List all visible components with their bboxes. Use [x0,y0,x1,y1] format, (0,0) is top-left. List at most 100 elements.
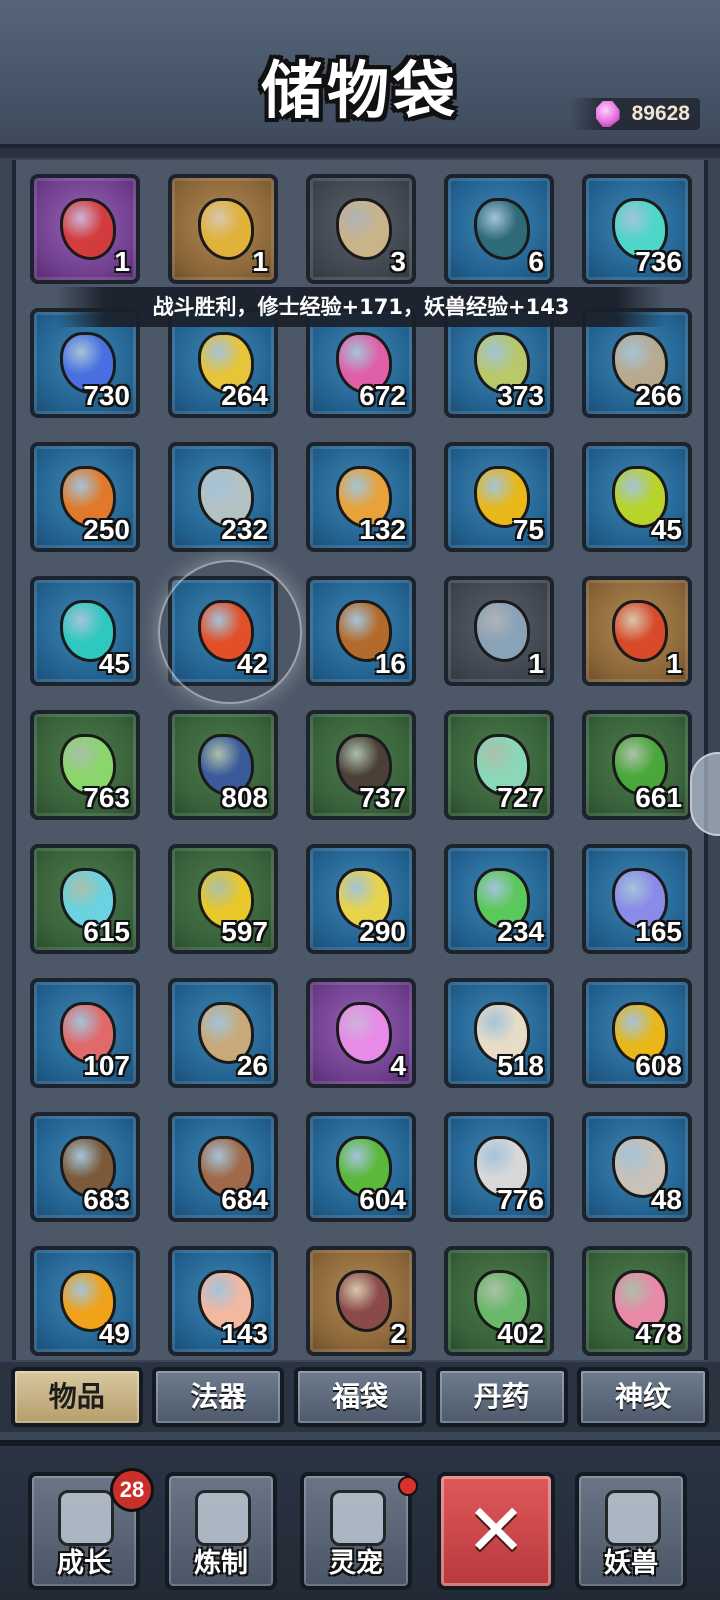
spiral-crystal-icon [336,1002,392,1064]
item-count: 3 [390,246,406,277]
inventory-slot[interactable]: 727 [444,710,554,820]
inventory-slot[interactable]: 4 [306,978,416,1088]
inventory-slot[interactable]: 26 [168,978,278,1088]
item-count: 45 [98,648,130,679]
item-count: 776 [497,1184,544,1215]
inventory-slot[interactable]: 402 [444,1246,554,1356]
item-count: 518 [497,1050,544,1081]
inventory-slot[interactable]: 45 [582,442,692,552]
inventory-slot[interactable]: 1 [30,174,140,284]
inventory-slot[interactable]: 683 [30,1112,140,1222]
inventory-slot[interactable]: 2 [306,1246,416,1356]
inventory-slot[interactable]: 42 [158,560,302,704]
item-count: 4 [390,1050,406,1081]
inventory-slot[interactable]: 608 [582,978,692,1088]
tab-elixirs[interactable]: 丹药 [435,1367,568,1427]
sickle-blade-icon [474,600,530,662]
item-count: 250 [83,514,130,545]
item-count: 683 [83,1184,130,1215]
item-count: 290 [359,916,406,947]
sand-pile-icon [336,198,392,260]
inventory-slot[interactable]: 250 [30,442,140,552]
item-count: 232 [221,514,268,545]
craft-label: 炼制 [194,1548,248,1579]
item-count: 266 [635,380,682,411]
item-count: 808 [221,782,268,813]
inventory-slot[interactable]: 1 [582,576,692,686]
tab-divine-runes[interactable]: 神纹 [577,1367,710,1427]
item-count: 75 [512,514,544,545]
inventory-slot[interactable]: 737 [306,710,416,820]
inventory-slot[interactable]: 1 [444,576,554,686]
inventory-slot[interactable]: 143 [168,1246,278,1356]
inventory-slot[interactable]: 107 [30,978,140,1088]
item-count: 1 [114,246,130,277]
tab-items[interactable]: 物品 [10,1367,143,1427]
inventory-slot[interactable]: 3 [306,174,416,284]
inventory-slot[interactable]: 234 [444,844,554,954]
item-count: 107 [83,1050,130,1081]
item-count: 373 [497,380,544,411]
item-count: 132 [359,514,406,545]
category-tabs: 物品 法器 福袋 丹药 神纹 [0,1362,720,1432]
inventory-slot[interactable]: 736 [582,174,692,284]
inventory-slot[interactable]: 290 [306,844,416,954]
pet-button[interactable]: 灵宠 [300,1472,412,1590]
tab-lucky-bags[interactable]: 福袋 [293,1367,426,1427]
item-count: 763 [83,782,130,813]
item-count: 727 [497,782,544,813]
growth-label: 成长 [57,1548,111,1579]
inventory-panel[interactable]: 1 1 3 6 736 730 264 672 373 266 250 232 132 75 45 45 42 1… [12,160,708,1360]
inventory-slot[interactable]: 776 [444,1112,554,1222]
item-count: 49 [98,1318,130,1349]
craft-button[interactable]: 炼制 [165,1472,277,1590]
inventory-slot[interactable]: 684 [168,1112,278,1222]
scaled-hide-icon [336,1270,392,1332]
item-count: 1 [666,648,682,679]
currency-display: 89628 [570,98,700,130]
inventory-slot[interactable]: 6 [444,174,554,284]
beast-button[interactable]: 妖兽 [575,1472,687,1590]
beast-cat-icon [605,1490,661,1546]
inventory-slot[interactable]: 232 [168,442,278,552]
item-count: 478 [635,1318,682,1349]
tab-artifacts[interactable]: 法器 [152,1367,285,1427]
inventory-slot[interactable]: 49 [30,1246,140,1356]
inventory-slot[interactable]: 597 [168,844,278,954]
yin-yang-amulet-icon [198,198,254,260]
item-count: 48 [650,1184,682,1215]
item-count: 684 [221,1184,268,1215]
pet-alert-dot [398,1476,418,1496]
inventory-slot[interactable]: 661 [582,710,692,820]
item-count: 672 [359,380,406,411]
red-pebble-icon [198,600,254,662]
anvil-hammer-icon [195,1490,251,1546]
item-count: 16 [374,648,406,679]
item-count: 661 [635,782,682,813]
inventory-slot[interactable]: 478 [582,1246,692,1356]
inventory-slot[interactable]: 16 [306,576,416,686]
inventory-slot[interactable]: 1 [168,174,278,284]
flame-mace-icon [612,600,668,662]
inventory-slot[interactable]: 518 [444,978,554,1088]
inventory-slot[interactable]: 45 [30,576,140,686]
item-count: 6 [528,246,544,277]
item-count: 615 [83,916,130,947]
inventory-slot[interactable]: 763 [30,710,140,820]
inventory-slot[interactable]: 615 [30,844,140,954]
inventory-slot[interactable]: 48 [582,1112,692,1222]
pet-egg-icon [330,1490,386,1546]
inventory-slot[interactable]: 808 [168,710,278,820]
item-count: 1 [528,648,544,679]
close-button[interactable]: ✕ [437,1472,555,1590]
item-count: 264 [221,380,268,411]
inventory-slot[interactable]: 604 [306,1112,416,1222]
pet-label: 灵宠 [329,1548,383,1579]
inventory-slot[interactable]: 132 [306,442,416,552]
bottom-nav: 成长 28 炼制 灵宠 ✕ 妖兽 [0,1440,720,1600]
card-stack-icon [58,1490,114,1546]
floating-assistant-bubble[interactable] [690,752,720,836]
cracked-egg-icon [474,198,530,260]
inventory-slot[interactable]: 165 [582,844,692,954]
inventory-slot[interactable]: 75 [444,442,554,552]
